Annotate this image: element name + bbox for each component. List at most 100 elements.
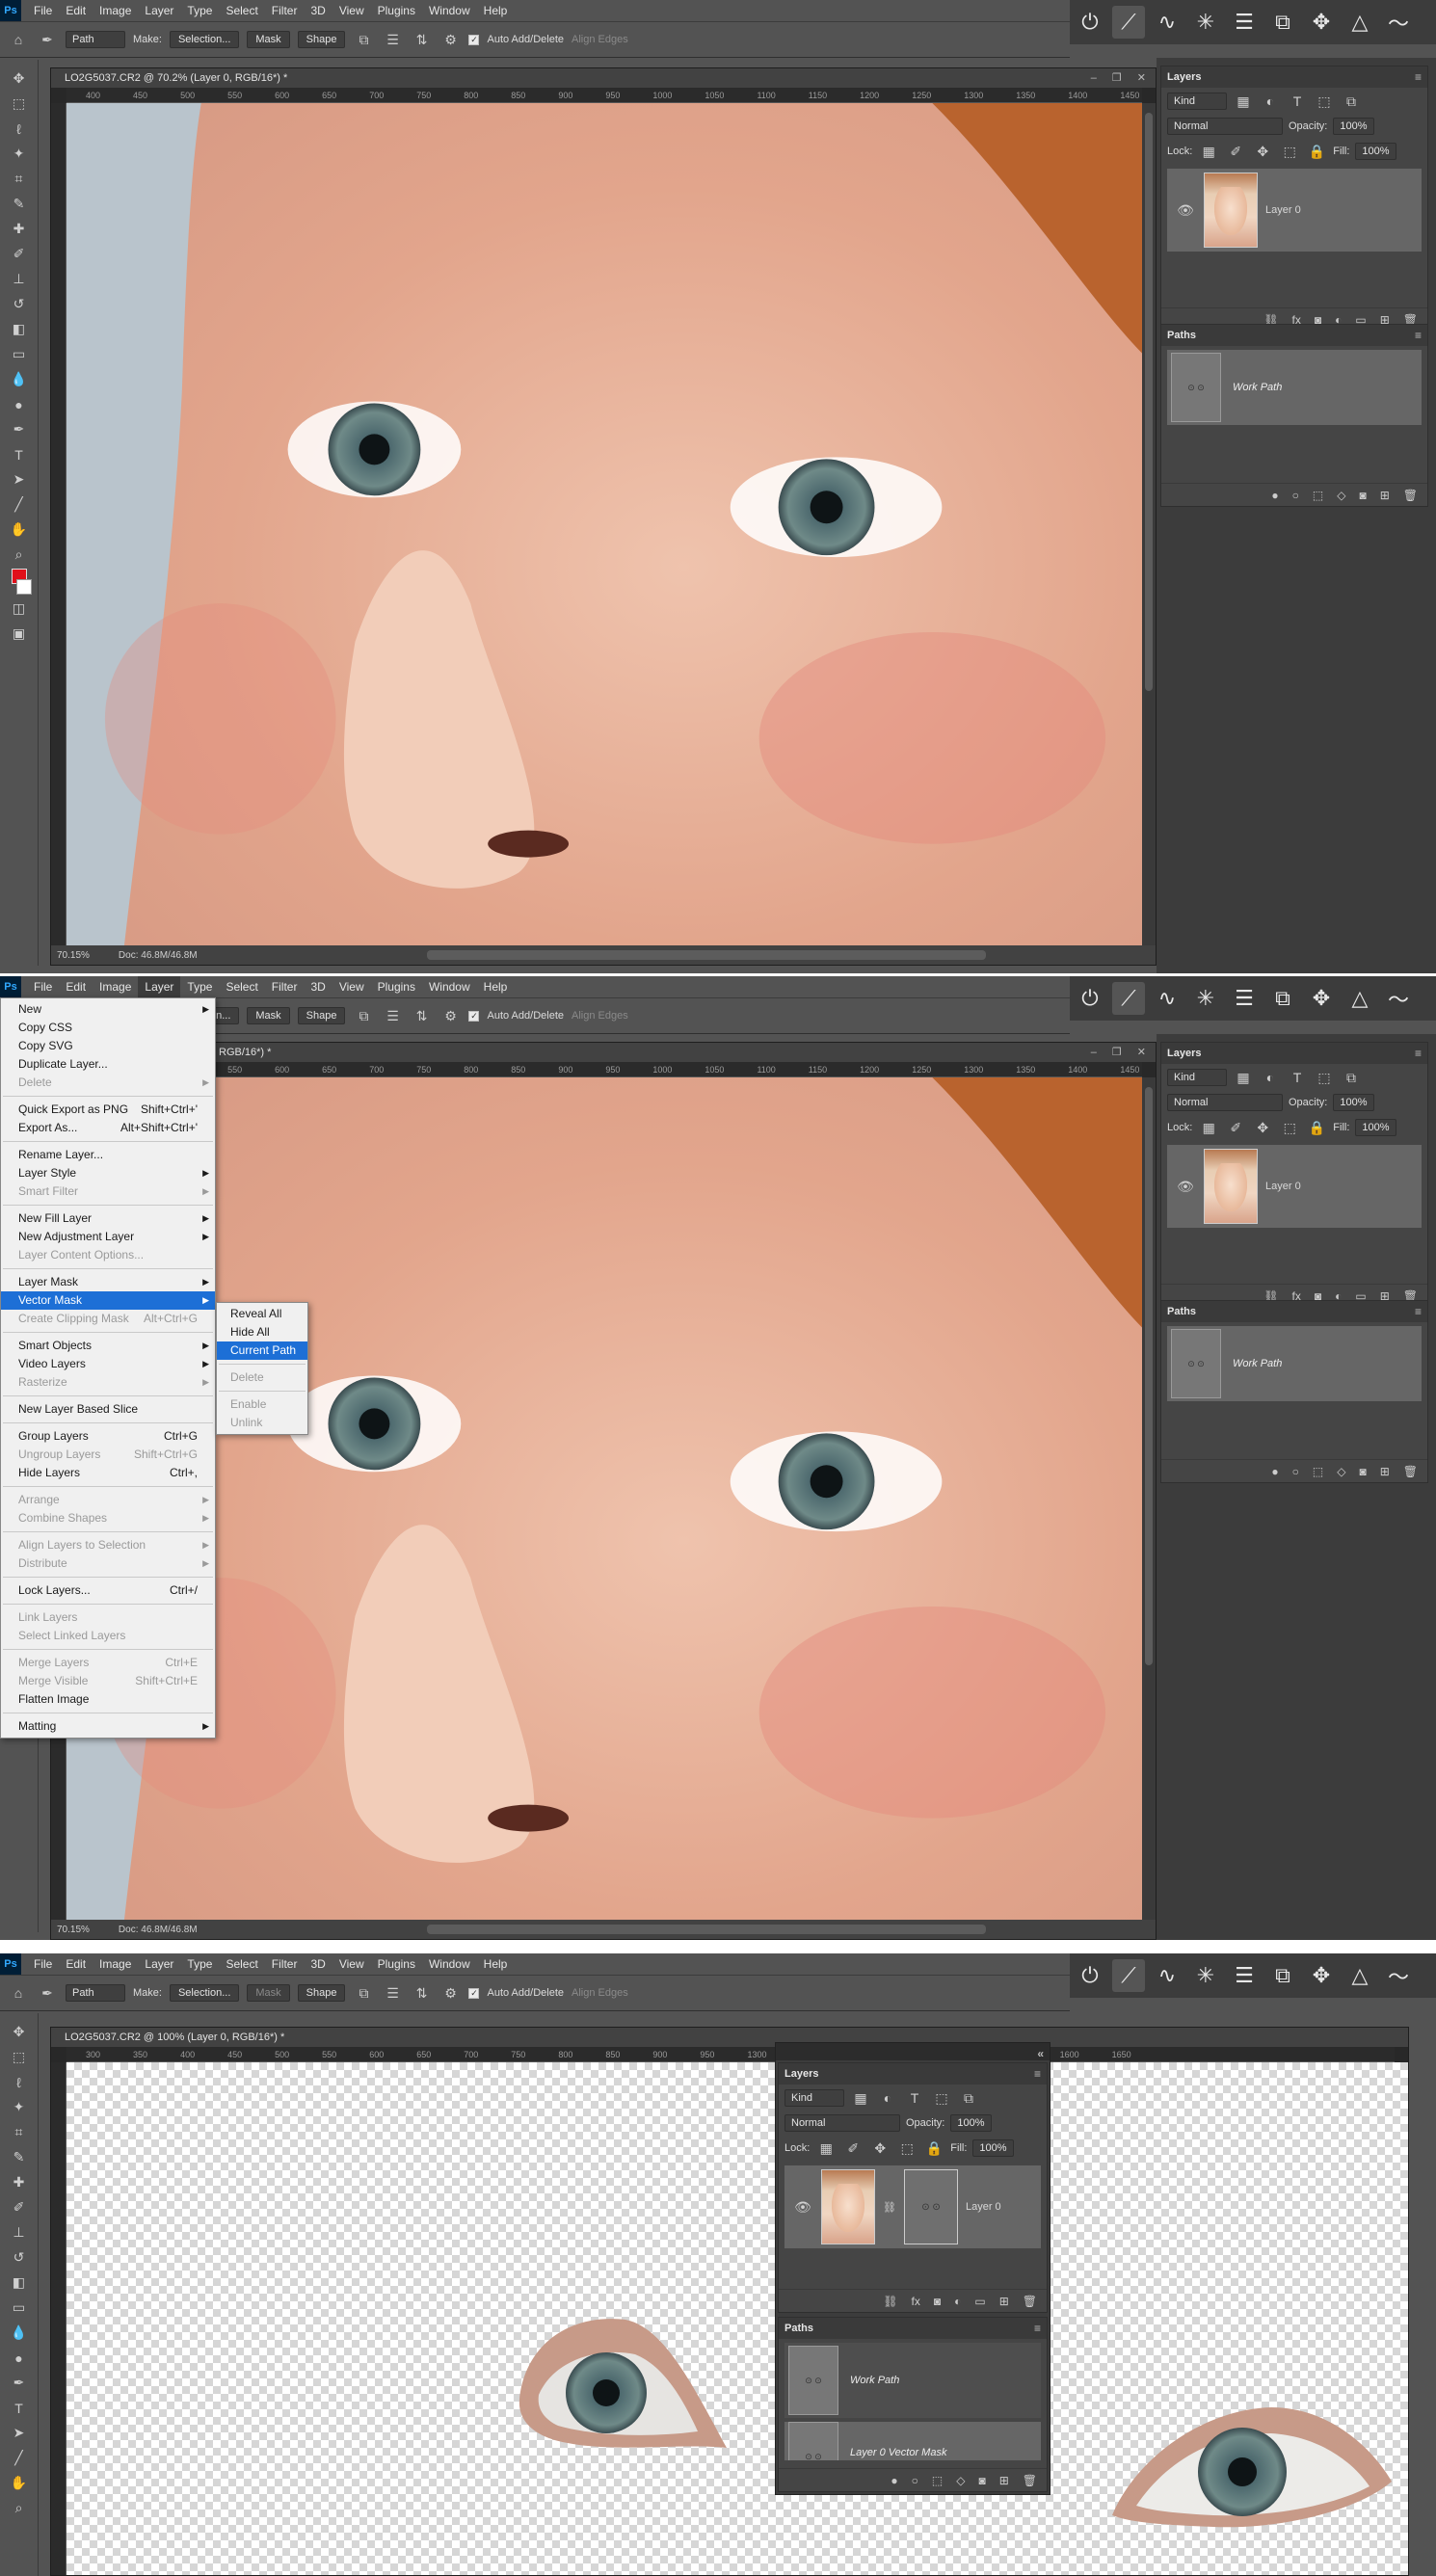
menu-select[interactable]: Select xyxy=(219,1953,264,1975)
freeform-pen-icon[interactable]: ∿ xyxy=(1151,982,1183,1015)
blur-tool-icon[interactable]: 💧 xyxy=(7,2322,32,2344)
layer-menu-item[interactable]: New ▶ xyxy=(1,1000,215,1019)
background-color-swatch[interactable] xyxy=(15,579,32,595)
curvature-pen-icon[interactable]: ⟋ xyxy=(1112,1959,1145,1992)
menu-edit[interactable]: Edit xyxy=(59,1953,93,1975)
curvature-pen-icon[interactable]: ⟋ xyxy=(1112,982,1145,1015)
work-path-row[interactable]: ⊙ ⊙ Work Path xyxy=(1167,350,1422,425)
layer-menu-item[interactable]: Layer Style ▶ xyxy=(1,1164,215,1182)
restore-icon[interactable]: ❐ xyxy=(1112,1043,1122,1062)
layers-panel-title[interactable]: Layers xyxy=(1167,1048,1201,1059)
lock-all-icon[interactable]: 🔒 xyxy=(1306,1117,1327,1138)
work-path-label[interactable]: Work Path xyxy=(1233,1358,1282,1369)
power-icon[interactable]: ⏻ xyxy=(1074,982,1106,1015)
filter-type-icon[interactable]: T xyxy=(1287,1067,1308,1088)
layer-menu-item[interactable]: Quick Export as PNG Shift+Ctrl+' xyxy=(1,1101,215,1119)
layer-menu-item[interactable]: Vector Mask ▶ xyxy=(1,1291,215,1310)
make-path-icon[interactable]: ◇ xyxy=(1337,489,1345,502)
type-tool-icon[interactable]: T xyxy=(7,443,32,465)
power-icon[interactable]: ⏻ xyxy=(1074,6,1106,39)
shape-button[interactable]: Shape xyxy=(297,31,346,48)
shape-tool-icon[interactable]: ╱ xyxy=(7,493,32,516)
lock-move-icon[interactable]: ✥ xyxy=(1252,141,1273,162)
triangle-icon[interactable]: △ xyxy=(1343,982,1376,1015)
paths-panel-title[interactable]: Paths xyxy=(784,2323,813,2334)
layer-menu-item[interactable]: Matting ▶ xyxy=(1,1717,215,1736)
paths-panel-title[interactable]: Paths xyxy=(1167,1306,1196,1317)
document-tab[interactable]: RGB/16*) * – ❐ ✕ xyxy=(51,1043,1156,1062)
path-selection-icon[interactable]: ➤ xyxy=(7,2422,32,2444)
lock-paint-icon[interactable]: ✐ xyxy=(1225,1117,1246,1138)
menu-view[interactable]: View xyxy=(332,976,371,997)
make-path-icon[interactable]: ◇ xyxy=(956,2474,965,2487)
work-path-row[interactable]: ⊙ ⊙ Work Path xyxy=(784,2343,1041,2418)
zoom-level[interactable]: 70.15% xyxy=(57,950,90,961)
restore-icon[interactable]: ❐ xyxy=(1112,68,1122,88)
menu-type[interactable]: Type xyxy=(180,0,219,21)
eyedropper-icon[interactable]: ✎ xyxy=(7,2146,32,2168)
layer-menu-item[interactable]: Lock Layers... Ctrl+/ xyxy=(1,1581,215,1600)
selection-button[interactable]: Selection... xyxy=(169,1984,240,2002)
link-icon[interactable]: ⛓ xyxy=(883,2295,897,2308)
history-brush-icon[interactable]: ↺ xyxy=(7,2246,32,2269)
filter-type-icon[interactable]: T xyxy=(1287,91,1308,112)
document-tab[interactable]: LO2G5037.CR2 @ 70.2% (Layer 0, RGB/16*) … xyxy=(51,68,1156,88)
work-path-row[interactable]: ⊙ ⊙ Work Path xyxy=(1167,1326,1422,1401)
vector-mask-menu-item[interactable]: Hide All xyxy=(217,1323,307,1341)
panel-menu-icon[interactable]: ≡ xyxy=(1415,70,1422,84)
sparkle-icon[interactable]: ✳ xyxy=(1189,6,1222,39)
layer-menu-item[interactable]: Hide Layers Ctrl+, xyxy=(1,1464,215,1482)
menu-image[interactable]: Image xyxy=(93,0,138,21)
layers-panel-title[interactable]: Layers xyxy=(784,2068,818,2080)
layer-menu-item[interactable]: Copy SVG xyxy=(1,1037,215,1055)
opacity-input[interactable]: 100% xyxy=(1333,1094,1374,1111)
pen-tool-icon[interactable]: ✒ xyxy=(37,29,58,50)
lock-artboard-icon[interactable]: ⬚ xyxy=(1279,1117,1300,1138)
lock-all-icon[interactable]: 🔒 xyxy=(1306,141,1327,162)
zoom-level[interactable]: 70.15% xyxy=(57,1925,90,1935)
stroke-path-icon[interactable]: ○ xyxy=(912,2474,918,2487)
menu-edit[interactable]: Edit xyxy=(59,976,93,997)
opacity-input[interactable]: 100% xyxy=(1333,118,1374,135)
wave-icon[interactable]: 〜 xyxy=(1382,1959,1415,1992)
gear-icon[interactable]: ⚙ xyxy=(439,1982,461,2004)
filter-shape-icon[interactable]: ⬚ xyxy=(1314,1067,1335,1088)
align-edges-label[interactable]: Align Edges xyxy=(572,34,628,45)
menu-plugins[interactable]: Plugins xyxy=(371,1953,422,1975)
vector-mask-path-row[interactable]: ⊙ ⊙ Layer 0 Vector Mask xyxy=(784,2422,1041,2460)
fill-input[interactable]: 100% xyxy=(972,2139,1014,2157)
lock-move-icon[interactable]: ✥ xyxy=(869,2138,891,2159)
layer-name[interactable]: Layer 0 xyxy=(1265,1181,1301,1192)
layer-menu-item[interactable]: Smart Objects ▶ xyxy=(1,1337,215,1355)
path-mode-select[interactable]: Path xyxy=(66,1984,125,2002)
marquee-tool-icon[interactable]: ⬚ xyxy=(7,93,32,115)
eyedropper-icon[interactable]: ✎ xyxy=(7,193,32,215)
menu-file[interactable]: File xyxy=(27,976,59,997)
load-selection-icon[interactable]: ⬚ xyxy=(932,2474,943,2487)
opacity-input[interactable]: 100% xyxy=(950,2114,992,2132)
transparent-canvas[interactable] xyxy=(66,2062,1408,2575)
zoom-tool-icon[interactable]: ⌕ xyxy=(7,544,32,566)
filter-pixel-icon[interactable]: ▦ xyxy=(850,2087,871,2109)
triangle-icon[interactable]: △ xyxy=(1343,1959,1376,1992)
blend-mode-select[interactable]: Normal xyxy=(784,2114,900,2132)
layer-menu-item[interactable]: Copy CSS xyxy=(1,1019,215,1037)
path-arrangement-icon[interactable]: ⇅ xyxy=(411,29,432,50)
menu-layer[interactable]: Layer xyxy=(138,976,181,997)
layer-menu-item[interactable]: New Layer Based Slice xyxy=(1,1400,215,1419)
layer-name[interactable]: Layer 0 xyxy=(1265,204,1301,216)
menu-window[interactable]: Window xyxy=(422,1953,477,1975)
filter-kind-select[interactable]: Kind xyxy=(784,2089,844,2107)
align-edges-label[interactable]: Align Edges xyxy=(572,1987,628,1999)
add-mask-path-icon[interactable]: ◙ xyxy=(1359,489,1366,502)
filter-adjust-icon[interactable]: ◐ xyxy=(877,2087,898,2109)
magic-wand-icon[interactable]: ✦ xyxy=(7,2096,32,2118)
filter-shape-icon[interactable]: ⬚ xyxy=(1314,91,1335,112)
filter-pixel-icon[interactable]: ▦ xyxy=(1233,1067,1254,1088)
new-path-icon[interactable]: ⊞ xyxy=(1380,1465,1390,1478)
home-icon[interactable]: ⌂ xyxy=(8,29,29,50)
vertical-scrollbar[interactable] xyxy=(1142,103,1156,945)
filter-type-icon[interactable]: T xyxy=(904,2087,925,2109)
menu-filter[interactable]: Filter xyxy=(265,0,305,21)
healing-brush-icon[interactable]: ✚ xyxy=(7,218,32,240)
